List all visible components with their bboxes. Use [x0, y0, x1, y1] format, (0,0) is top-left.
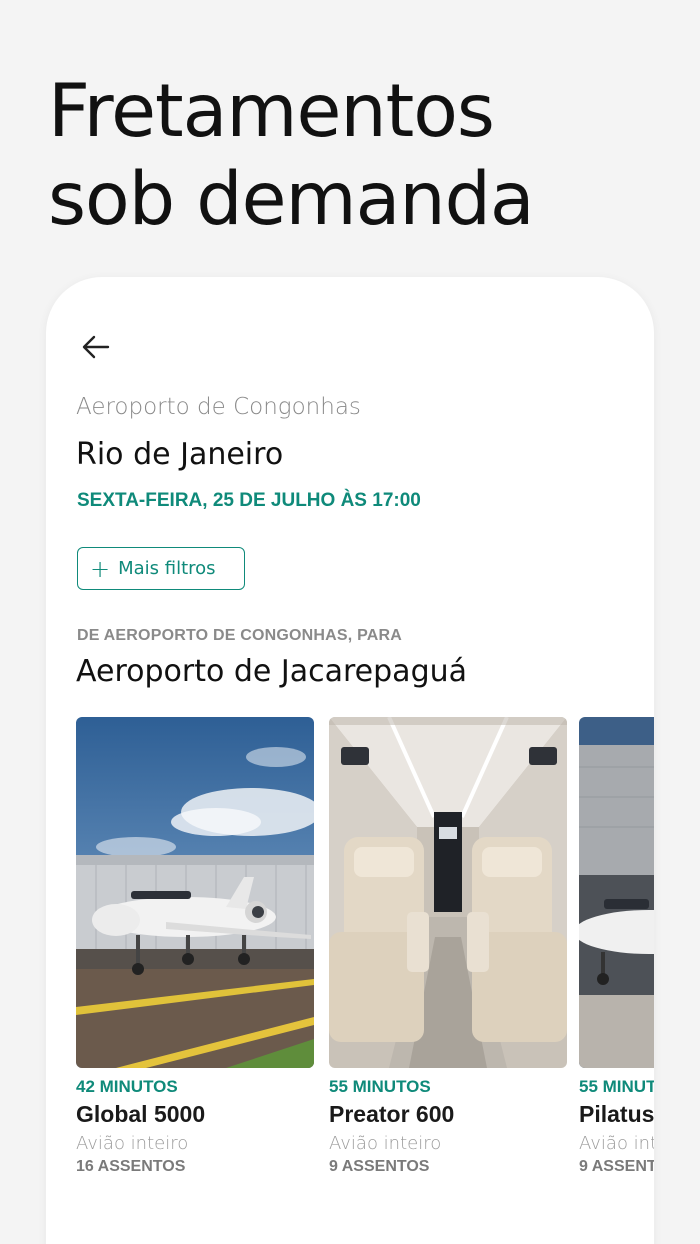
- destination-city: Rio de Janeiro: [76, 437, 284, 472]
- charter-type: Avião inteiro: [329, 1133, 442, 1154]
- aircraft-photo-global-5000: [76, 717, 314, 1068]
- flight-duration: 42 MINUTOS: [76, 1077, 178, 1096]
- more-filters-label: Mais filtros: [118, 558, 216, 579]
- hero-title-line2: sob demanda: [48, 157, 535, 242]
- aircraft-card-pilatus[interactable]: 55 MINUTOS Pilatus Avião inteiro 9 ASSEN…: [579, 717, 654, 1176]
- seat-count: 9 ASSENTOS: [329, 1158, 430, 1175]
- flight-duration: 55 MINUTOS: [579, 1077, 654, 1096]
- aircraft-model: Global 5000: [76, 1101, 206, 1127]
- origin-airport: Aeroporto de Congonhas: [76, 394, 361, 420]
- back-button[interactable]: [76, 327, 116, 367]
- departure-datetime: SEXTA-FEIRA, 25 DE JULHO ÀS 17:00: [77, 490, 421, 511]
- seat-count: 16 ASSENTOS: [76, 1158, 186, 1175]
- app-screen: Aeroporto de Congonhas Rio de Janeiro SE…: [46, 277, 654, 1244]
- aircraft-model: Preator 600: [329, 1101, 455, 1127]
- aircraft-photo-preator-600: [329, 717, 567, 1068]
- hero-title-line1: Fretamentos: [48, 69, 495, 154]
- more-filters-button[interactable]: + Mais filtros: [77, 547, 245, 590]
- aircraft-card-preator-600[interactable]: 55 MINUTOS Preator 600 Avião inteiro 9 A…: [329, 717, 567, 1176]
- arrow-left-icon: [82, 335, 110, 359]
- route-destination: Aeroporto de Jacarepaguá: [76, 654, 468, 689]
- plus-icon: +: [90, 554, 111, 583]
- flight-duration: 55 MINUTOS: [329, 1077, 431, 1096]
- charter-type: Avião inteiro: [579, 1133, 654, 1154]
- route-label: DE AEROPORTO DE CONGONHAS, PARA: [77, 627, 403, 644]
- charter-type: Avião inteiro: [76, 1133, 189, 1154]
- aircraft-photo-pilatus: [579, 717, 654, 1068]
- aircraft-carousel[interactable]: 42 MINUTOS Global 5000 Avião inteiro 16 …: [76, 717, 654, 1197]
- aircraft-model: Pilatus: [579, 1101, 654, 1127]
- aircraft-card-global-5000[interactable]: 42 MINUTOS Global 5000 Avião inteiro 16 …: [76, 717, 314, 1176]
- seat-count: 9 ASSENTOS: [579, 1158, 654, 1175]
- hero-title: Fretamentos sob demanda: [48, 68, 668, 244]
